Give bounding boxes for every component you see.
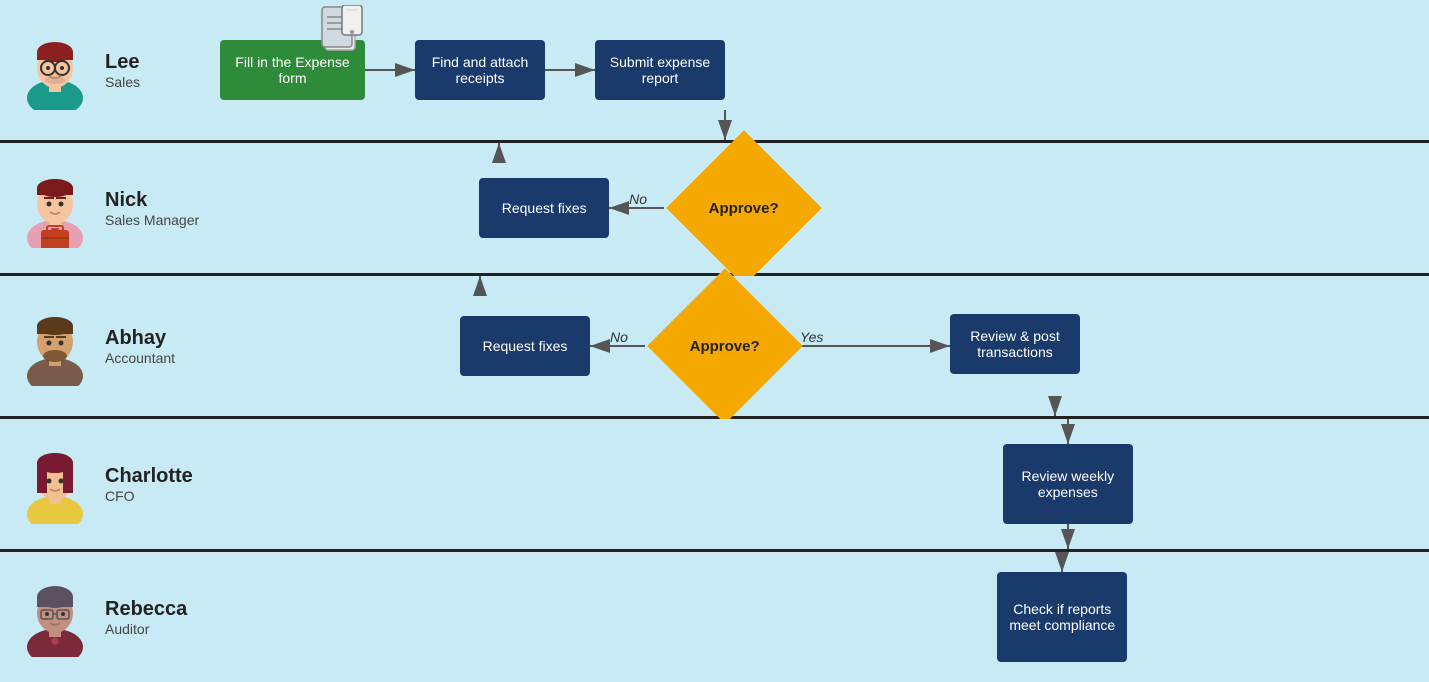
avatar-charlotte (15, 444, 95, 524)
no-label-abhay: No (610, 329, 628, 345)
review-post-box: Review & post transactions (950, 314, 1080, 374)
actor-role-nick: Sales Manager (105, 212, 199, 228)
actor-nick: Nick Sales Manager (0, 158, 209, 258)
review-weekly-box: Review weekly expenses (1003, 444, 1133, 524)
lane-content-nick: No Yes Request fixes Approve? (209, 143, 1429, 273)
avatar-rebecca (15, 577, 95, 657)
actor-info-nick: Nick Sales Manager (105, 189, 199, 228)
check-compliance-box: Check if reports meet compliance (997, 572, 1127, 662)
actor-rebecca: Rebecca Auditor (0, 567, 197, 667)
actor-role-charlotte: CFO (105, 488, 193, 504)
actor-role-lee: Sales (105, 74, 140, 90)
lane-content-abhay: No Yes Request fixes Approve? Review & p… (190, 276, 1429, 416)
swimlane-lee: Lee Sales Fill in the Expense form (0, 0, 1429, 143)
actor-role-abhay: Accountant (105, 350, 175, 366)
lane-content-charlotte: Review weekly expenses (203, 419, 1429, 549)
actor-info-charlotte: Charlotte CFO (105, 465, 193, 504)
avatar-nick (15, 168, 95, 248)
actor-name-lee: Lee (105, 51, 140, 74)
actor-charlotte: Charlotte CFO (0, 434, 203, 534)
actor-info-lee: Lee Sales (105, 51, 140, 90)
request-fixes-abhay-box: Request fixes (460, 316, 590, 376)
receipt-icon (320, 5, 365, 60)
approve-nick-diamond: Approve? (689, 153, 799, 263)
actor-role-rebecca: Auditor (105, 621, 187, 637)
avatar-lee (15, 30, 95, 110)
actor-info-abhay: Abhay Accountant (105, 327, 175, 366)
swimlane-charlotte: Charlotte CFO Review weekly expenses (0, 419, 1429, 552)
approve-abhay-diamond: Approve? (670, 291, 780, 401)
actor-name-charlotte: Charlotte (105, 465, 193, 488)
swimlane-abhay: Abhay Accountant No Yes (0, 276, 1429, 419)
swimlane-rebecca: Rebecca Auditor Check if reports meet co… (0, 552, 1429, 682)
actor-name-rebecca: Rebecca (105, 598, 187, 621)
swimlane-nick: Nick Sales Manager No Yes (0, 143, 1429, 276)
actor-lee: Lee Sales (0, 20, 190, 120)
no-label-nick: No (629, 191, 647, 207)
actor-name-nick: Nick (105, 189, 199, 212)
actor-name-abhay: Abhay (105, 327, 175, 350)
request-fixes-nick-box: Request fixes (479, 178, 609, 238)
find-receipts-box: Find and attach receipts (415, 40, 545, 100)
submit-report-box: Submit expense report (595, 40, 725, 100)
lane-content-rebecca: Check if reports meet compliance (197, 552, 1429, 682)
lane-content-lee: Fill in the Expense form Find and attach (190, 0, 1429, 140)
actor-abhay: Abhay Accountant (0, 296, 190, 396)
actor-info-rebecca: Rebecca Auditor (105, 598, 187, 637)
avatar-abhay (15, 306, 95, 386)
yes-label-abhay: Yes (800, 329, 823, 345)
